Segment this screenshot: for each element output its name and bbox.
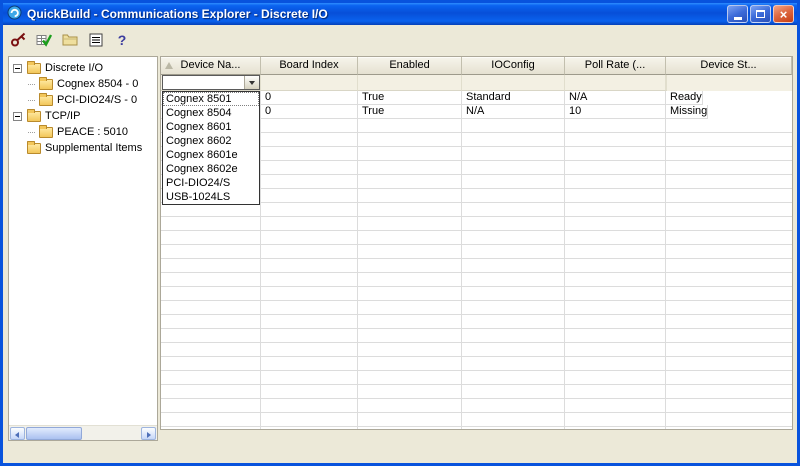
folder-icon (27, 140, 41, 154)
tree-connector (28, 99, 35, 101)
edit-cell[interactable] (261, 75, 358, 91)
validate-check-icon (36, 34, 52, 47)
cell-ioconfig: N/A (462, 105, 565, 119)
column-header-poll-rate[interactable]: Poll Rate (... (565, 57, 666, 75)
column-header-device-status[interactable]: Device St... (666, 57, 792, 75)
cell-board-index: 0 (261, 91, 358, 105)
folder-icon (62, 34, 78, 46)
tree-item-label: PCI-DIO24/S - 0 (57, 94, 138, 106)
tree-item-label: PEACE : 5010 (57, 126, 128, 138)
minimize-button[interactable] (727, 5, 748, 23)
folder-icon (27, 60, 41, 74)
scrollbar-thumb[interactable] (26, 427, 82, 440)
column-header-label: Board Index (279, 59, 339, 71)
cell-poll-rate: N/A (565, 91, 666, 105)
tree-item-pci-dio24s[interactable]: PCI-DIO24/S - 0 (10, 92, 156, 108)
tree-item-cognex-8504[interactable]: Cognex 8504 - 0 (10, 76, 156, 92)
tree-item-discrete-io[interactable]: Discrete I/O (10, 60, 156, 76)
dropdown-option-cognex-8504[interactable]: Cognex 8504 (163, 106, 259, 120)
open-folder-button[interactable] (58, 29, 82, 52)
close-button[interactable]: × (773, 5, 794, 23)
column-header-label: Poll Rate (... (584, 59, 646, 71)
window-title: QuickBuild - Communications Explorer - D… (27, 7, 328, 21)
app-window: QuickBuild - Communications Explorer - D… (0, 0, 800, 466)
cell-board-index: 0 (261, 105, 358, 119)
maximize-icon (756, 10, 765, 18)
column-header-label: Device St... (700, 59, 757, 71)
toolbar: ? (6, 27, 134, 53)
tree-horizontal-scrollbar[interactable] (9, 425, 157, 440)
grid-header-row: Device Na... Board Index Enabled IOConfi… (161, 57, 792, 75)
device-list-button[interactable] (84, 29, 108, 52)
tree-connector (28, 131, 35, 133)
tree-item-label: Supplemental Items (45, 142, 143, 154)
edit-cell[interactable] (666, 75, 667, 91)
scroll-right-button[interactable] (141, 427, 156, 440)
folder-icon (39, 124, 53, 138)
folder-icon (39, 76, 53, 90)
tree-item-peace-5010[interactable]: PEACE : 5010 (10, 124, 156, 140)
column-header-ioconfig[interactable]: IOConfig (462, 57, 565, 75)
folder-icon (27, 108, 41, 122)
device-grid-panel: Device Na... Board Index Enabled IOConfi… (160, 56, 793, 430)
cell-device-status: Missing (666, 105, 709, 119)
dropdown-option-cognex-8601[interactable]: Cognex 8601 (163, 120, 259, 134)
tree-item-label: Discrete I/O (45, 62, 104, 74)
combobox-dropdown-button[interactable] (244, 76, 259, 89)
column-header-label: Device Na... (180, 59, 241, 71)
tree-item-supplemental-items[interactable]: Supplemental Items (10, 140, 156, 156)
list-icon (89, 33, 103, 47)
folder-icon (39, 92, 53, 106)
app-icon (7, 5, 22, 23)
communications-tree-panel: Discrete I/O Cognex 8504 - 0 PCI-DIO24/S… (8, 56, 158, 441)
column-header-enabled[interactable]: Enabled (358, 57, 462, 75)
cell-enabled: True (358, 105, 462, 119)
cell-enabled: True (358, 91, 462, 105)
grid-edit-row (161, 75, 792, 91)
edit-cell-device-name (161, 75, 261, 91)
dropdown-option-cognex-8602e[interactable]: Cognex 8602e (163, 162, 259, 176)
column-header-label: IOConfig (491, 59, 535, 71)
tree-item-label: TCP/IP (45, 110, 81, 122)
cell-ioconfig: Standard (462, 91, 565, 105)
help-button[interactable]: ? (110, 29, 134, 52)
collapse-icon[interactable] (13, 111, 22, 121)
device-name-dropdown-list: Cognex 8501 Cognex 8504 Cognex 8601 Cogn… (162, 91, 260, 205)
tree-connector (28, 83, 35, 85)
minimize-icon (733, 16, 742, 20)
dropdown-option-cognex-8602[interactable]: Cognex 8602 (163, 134, 259, 148)
sort-ascending-icon (165, 62, 173, 69)
dropdown-option-usb-1024ls[interactable]: USB-1024LS (163, 190, 259, 204)
help-icon: ? (117, 32, 127, 48)
maximize-button[interactable] (750, 5, 771, 23)
column-header-board-index[interactable]: Board Index (261, 57, 358, 75)
cell-poll-rate: 10 (565, 105, 666, 119)
dropdown-option-pci-dio24s[interactable]: PCI-DIO24/S (163, 176, 259, 190)
device-name-combobox[interactable] (162, 75, 260, 90)
dropdown-option-cognex-8601e[interactable]: Cognex 8601e (163, 148, 259, 162)
edit-cell[interactable] (462, 75, 565, 91)
edit-cell[interactable] (358, 75, 462, 91)
tree-items: Discrete I/O Cognex 8504 - 0 PCI-DIO24/S… (10, 58, 156, 424)
tree-item-label: Cognex 8504 - 0 (57, 78, 139, 90)
dropdown-option-cognex-8501[interactable]: Cognex 8501 (163, 92, 259, 106)
column-header-label: Enabled (389, 59, 430, 71)
cell-device-status: Ready (666, 91, 703, 105)
connect-wizard-button[interactable] (6, 29, 30, 52)
validate-button[interactable] (32, 29, 56, 52)
close-icon: × (779, 6, 788, 22)
tree-item-tcpip[interactable]: TCP/IP (10, 108, 156, 124)
edit-cell[interactable] (565, 75, 666, 91)
title-bar: QuickBuild - Communications Explorer - D… (3, 3, 797, 25)
collapse-icon[interactable] (13, 63, 22, 73)
client-area: ? Discrete I/O Cognex 8504 - 0 PCI-DIO24… (3, 25, 797, 463)
column-header-device-name[interactable]: Device Na... (161, 57, 261, 75)
key-icon (10, 32, 25, 47)
scroll-left-button[interactable] (10, 427, 25, 440)
